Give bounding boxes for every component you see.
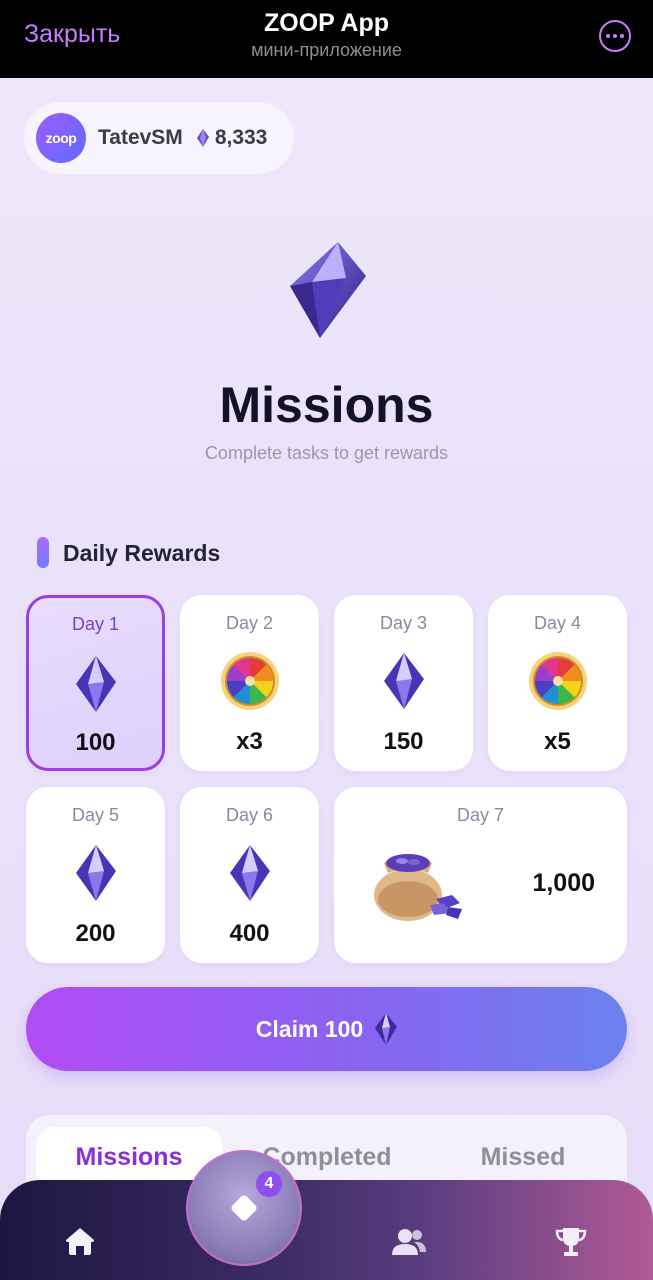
day-card-4[interactable]: Day 4 x5 [488, 595, 627, 771]
gem-icon [75, 845, 116, 901]
bottom-nav [0, 1180, 653, 1280]
dot-icon [613, 34, 617, 38]
dot-icon [620, 34, 624, 38]
day-card-7[interactable]: Day 7 1,000 [334, 787, 627, 963]
notification-badge: 4 [256, 1171, 282, 1197]
day-value: 100 [75, 729, 116, 756]
gem-icon [75, 656, 116, 712]
friends-icon[interactable] [390, 1228, 428, 1256]
gem-icon [375, 1013, 398, 1045]
daily-rewards-title: Daily Rewards [63, 540, 221, 566]
dot-icon [606, 34, 610, 38]
day-value: 150 [383, 728, 424, 755]
day-value: x5 [544, 728, 571, 755]
day-label: Day 6 [225, 805, 274, 825]
tab-missed[interactable]: Missed [430, 1127, 616, 1187]
missions-icon [231, 1195, 257, 1221]
hero-gem-icon [290, 242, 366, 338]
missions-nav-button[interactable] [186, 1150, 302, 1266]
gem-bag-icon [374, 854, 462, 921]
day-card-5[interactable]: Day 5 200 [26, 787, 165, 963]
home-icon[interactable] [64, 1226, 96, 1256]
trophy-icon[interactable] [554, 1226, 588, 1258]
profile-pill[interactable]: zoop TatevSM 8,333 [24, 102, 294, 174]
day-label: Day 2 [225, 613, 274, 633]
claim-label: Claim 100 [255, 1015, 364, 1042]
day-label: Day 4 [533, 613, 582, 633]
wheel-icon [528, 652, 587, 710]
day-value: 200 [75, 920, 116, 947]
claim-button[interactable]: Claim 100 [26, 987, 627, 1071]
day-value: 400 [229, 920, 270, 947]
day-value: 1,000 [532, 869, 595, 897]
day-label: Day 7 [456, 805, 505, 825]
username: TatevSM [98, 126, 183, 149]
page-subtitle: Complete tasks to get rewards [204, 443, 449, 463]
day-label: Day 3 [379, 613, 428, 633]
day-label: Day 5 [71, 805, 120, 825]
section-marker [37, 537, 49, 568]
wheel-icon [220, 652, 279, 710]
app-title: ZOOP App [264, 9, 389, 37]
gem-icon [383, 653, 424, 709]
day-card-6[interactable]: Day 6 400 [180, 787, 319, 963]
gem-icon [229, 845, 270, 901]
day-card-2[interactable]: Day 2 x3 [180, 595, 319, 771]
day-label: Day 1 [71, 614, 120, 634]
balance: 8,333 [196, 126, 268, 150]
more-options-button[interactable] [599, 20, 631, 52]
gem-icon [196, 129, 209, 147]
top-bar: Закрыть ZOOP App мини-приложение [0, 0, 653, 78]
zoop-logo-avatar: zoop [36, 113, 86, 163]
day-card-1[interactable]: Day 1 100 [26, 595, 165, 771]
day-card-3[interactable]: Day 3 150 [334, 595, 473, 771]
day-value: x3 [236, 728, 263, 755]
page-title: Missions [219, 377, 434, 433]
app-subtitle: мини-приложение [251, 40, 402, 60]
balance-value: 8,333 [214, 126, 268, 149]
